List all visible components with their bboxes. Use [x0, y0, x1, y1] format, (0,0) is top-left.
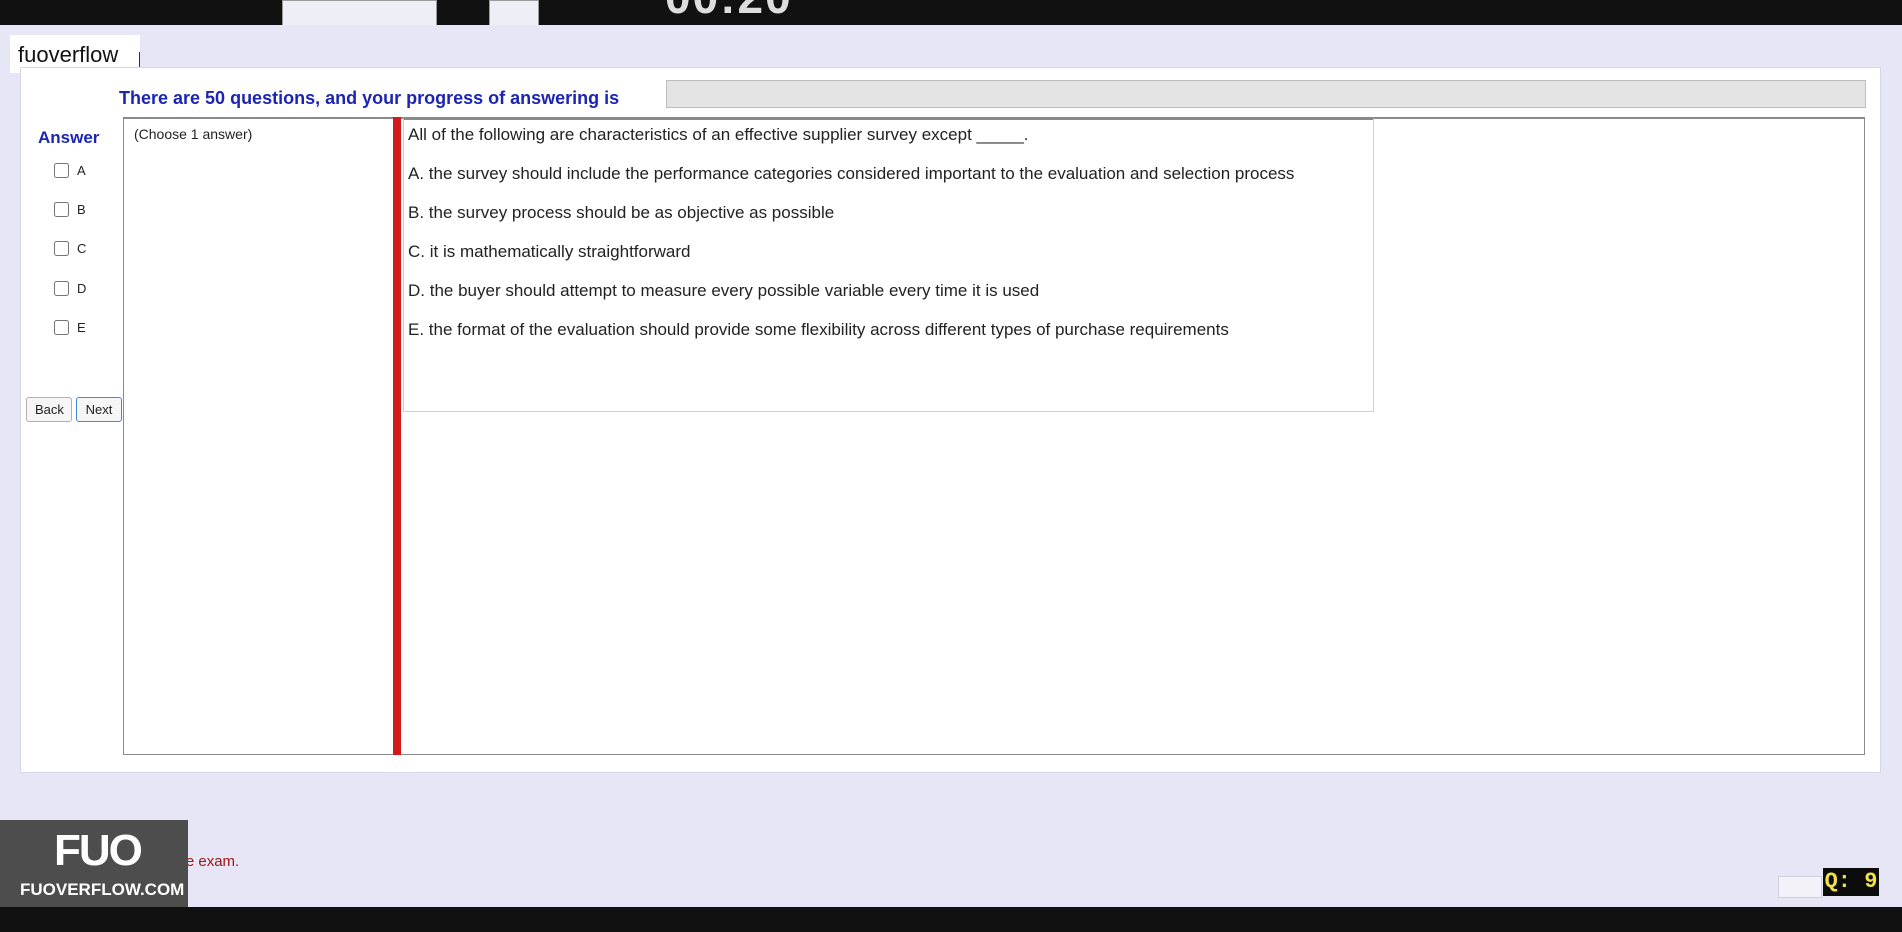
fuo-logo-mark: FUO — [54, 826, 143, 875]
small-status-box — [1778, 876, 1822, 898]
question-box: All of the following are characteristics… — [403, 117, 1374, 412]
option-e-label: E — [77, 320, 86, 335]
option-c-label: C — [77, 241, 87, 256]
choice-d: D. the buyer should attempt to measure e… — [408, 281, 1040, 300]
choice-a: A. the survey should include the perform… — [408, 164, 1295, 183]
progress-bar — [666, 80, 1866, 108]
top-bar: 00:20 — [0, 0, 1902, 25]
top-small-field[interactable] — [489, 0, 539, 25]
option-a-checkbox[interactable] — [54, 163, 69, 178]
option-b[interactable]: B — [54, 202, 86, 217]
option-c-checkbox[interactable] — [54, 241, 69, 256]
red-divider — [393, 117, 401, 755]
choice-e: E. the format of the evaluation should p… — [408, 320, 1229, 339]
option-d-label: D — [77, 281, 87, 296]
back-button[interactable]: Back — [26, 397, 72, 422]
timer-partial: 00:20 — [665, 0, 793, 24]
option-a-label: A — [77, 163, 86, 178]
option-e[interactable]: E — [54, 320, 86, 335]
bottom-bar — [0, 907, 1902, 932]
option-d-checkbox[interactable] — [54, 281, 69, 296]
option-e-checkbox[interactable] — [54, 320, 69, 335]
fuo-logo-url: FUOVERFLOW.COM — [20, 880, 185, 899]
answer-title: Answer — [38, 128, 100, 147]
choice-c: C. it is mathematically straightforward — [408, 242, 691, 261]
question-counter: Q: 9 — [1823, 868, 1879, 896]
progress-label: There are 50 questions, and your progres… — [119, 88, 620, 108]
question-text: All of the following are characteristics… — [408, 125, 1029, 144]
next-button[interactable]: Next — [76, 397, 122, 422]
top-dropdown[interactable] — [282, 0, 437, 25]
option-b-label: B — [77, 202, 86, 217]
choose-instruction: (Choose 1 answer) — [134, 126, 253, 142]
option-b-checkbox[interactable] — [54, 202, 69, 217]
option-a[interactable]: A — [54, 163, 86, 178]
option-c[interactable]: C — [54, 241, 86, 256]
choice-b: B. the survey process should be as objec… — [408, 203, 835, 222]
option-d[interactable]: D — [54, 281, 86, 296]
